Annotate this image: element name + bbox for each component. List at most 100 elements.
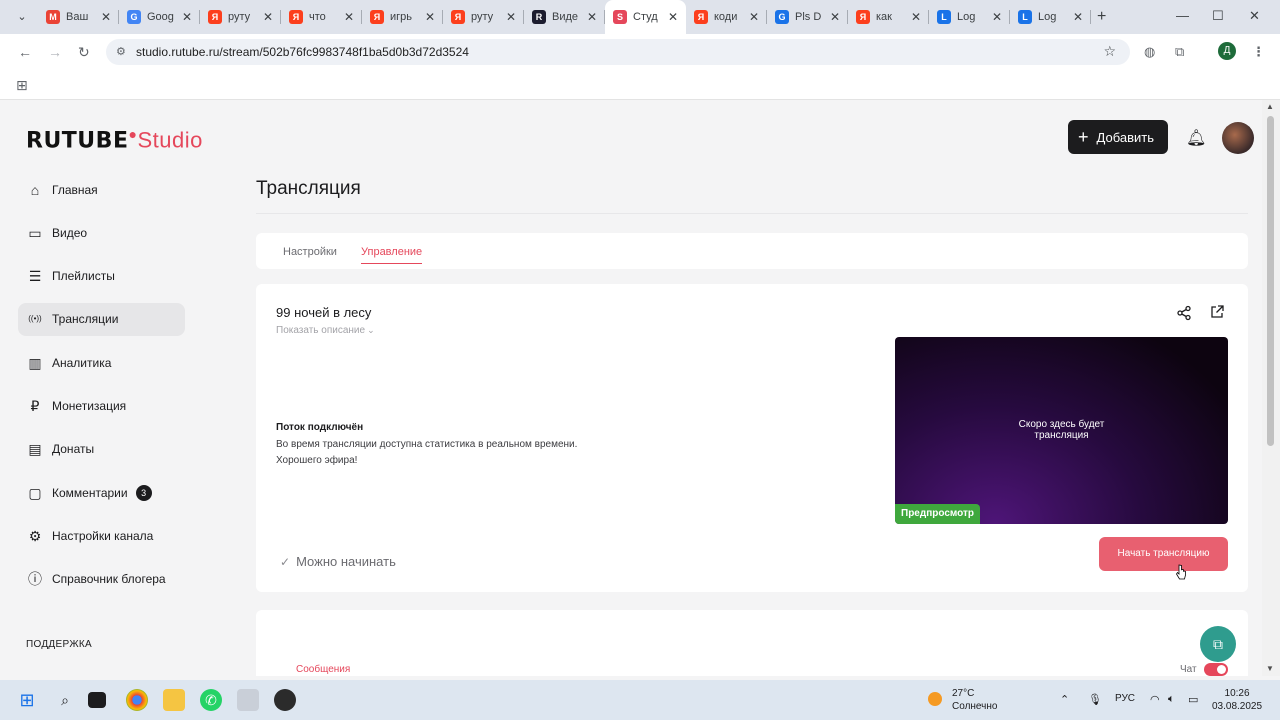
share-icon[interactable] <box>1176 305 1192 324</box>
new-tab-icon[interactable]: + <box>1097 8 1106 26</box>
chrome-menu-icon[interactable]: ⋮ <box>1252 44 1265 60</box>
browser-tab[interactable]: G Goog ✕ <box>119 0 200 34</box>
notifications-bell-icon[interactable]: 🔔︎ <box>1186 128 1206 148</box>
yandex-icon: Я <box>694 10 708 24</box>
donate-icon: ▤ <box>28 441 42 458</box>
sidebar-item-label: Плейлисты <box>52 269 115 284</box>
sidebar-item[interactable]: ▭ Видео <box>18 216 185 249</box>
apps-grid-icon[interactable]: ⊞ <box>16 77 28 94</box>
browser-tab[interactable]: Ячто ✕ <box>281 0 362 34</box>
sidebar-item[interactable]: ((•)) Трансляции <box>18 302 185 336</box>
sidebar-item[interactable]: ⌂ Главная <box>18 173 185 206</box>
browser-tab[interactable]: Яигрь ✕ <box>362 0 443 34</box>
close-tab-icon[interactable]: ✕ <box>344 10 354 24</box>
start-stream-button[interactable]: Начать трансляцию <box>1099 537 1228 571</box>
tab-settings[interactable]: Настройки <box>283 246 337 258</box>
yandex-icon: Я <box>856 10 870 24</box>
tab-search-icon[interactable]: ⌄ <box>14 9 30 25</box>
extension-globe-icon[interactable]: ◍ <box>1144 44 1155 60</box>
tray-expand-icon[interactable]: ⌃ <box>1060 693 1069 706</box>
forward-icon[interactable]: → <box>48 44 62 60</box>
battery-icon[interactable]: ▭ <box>1188 693 1198 706</box>
page-scrollbar[interactable]: ▲ ▼ <box>1262 100 1280 676</box>
microphone-icon[interactable]: 🎙︎ <box>1088 693 1102 706</box>
messages-tab[interactable]: Сообщения <box>296 664 350 675</box>
close-tab-icon[interactable]: ✕ <box>182 10 192 24</box>
rutube-studio-logo[interactable]: RUTUBE●Studio <box>26 126 203 153</box>
site-info-icon[interactable]: ⚙ <box>116 45 126 58</box>
sidebar-item[interactable]: ▢ Комментарии 3 <box>18 476 185 509</box>
maximize-icon[interactable]: ☐ <box>1212 8 1224 24</box>
profile-avatar[interactable]: Д <box>1218 42 1236 60</box>
close-tab-icon[interactable]: ✕ <box>587 10 597 24</box>
obs-icon[interactable] <box>274 689 296 711</box>
browser-tab[interactable]: Якак ✕ <box>848 0 929 34</box>
browser-tab[interactable]: Яруту ✕ <box>443 0 524 34</box>
bookmark-star-icon[interactable]: ☆ <box>1103 43 1116 60</box>
back-icon[interactable]: ← <box>18 44 32 60</box>
close-tab-icon[interactable]: ✕ <box>830 10 840 24</box>
language-indicator[interactable]: РУС <box>1115 693 1135 704</box>
scroll-up-icon[interactable]: ▲ <box>1266 102 1274 111</box>
volume-icon[interactable]: 🔈︎ <box>1168 693 1175 706</box>
browser-tab[interactable]: Яруту ✕ <box>200 0 281 34</box>
browser-tab[interactable]: R Виде ✕ <box>524 0 605 34</box>
browser-tab[interactable]: Якоди ✕ <box>686 0 767 34</box>
sun-icon <box>928 692 942 706</box>
windows-start-icon[interactable]: ⊞ <box>16 689 38 711</box>
add-button-label: Добавить <box>1096 129 1154 145</box>
show-description-link[interactable]: Показать описание ⌄ <box>276 325 375 336</box>
browser-tab-title: Виде <box>552 11 579 23</box>
browser-tab-title: Pls D <box>795 11 822 23</box>
minimize-icon[interactable]: — <box>1176 8 1189 23</box>
chat-toggle[interactable] <box>1204 663 1228 676</box>
search-icon[interactable]: ⌕ <box>54 689 76 711</box>
close-tab-icon[interactable]: ✕ <box>425 10 435 24</box>
add-button[interactable]: + Добавить <box>1068 120 1168 154</box>
sidebar-item[interactable]: ☰ Плейлисты <box>18 260 185 293</box>
browser-tab[interactable]: M Ваш ✕ <box>38 0 119 34</box>
browser-tab[interactable]: L Log ✕ <box>1010 0 1091 34</box>
stream-status-wish: Хорошего эфира! <box>276 455 358 466</box>
browser-tab[interactable]: S Студ ✕ <box>605 0 686 34</box>
sidebar-item[interactable]: ₽ Монетизация <box>18 389 185 422</box>
open-external-icon[interactable] <box>1209 304 1225 323</box>
stream-status-desc: Во время трансляции доступна статистика … <box>276 439 578 450</box>
browser-tabs: M Ваш ✕ G Goog ✕ Яруту ✕ Ячто ✕ Яигрь ✕ Яруту ✕ R Виде ✕… <box>38 0 1091 34</box>
sidebar-item[interactable]: ▤ Донаты <box>18 433 185 466</box>
browser-toolbar: ← → ↻ ⚙ studio.rutube.ru/stream/502b76fc… <box>0 34 1280 70</box>
close-tab-icon[interactable]: ✕ <box>911 10 921 24</box>
close-tab-icon[interactable]: ✕ <box>1073 10 1083 24</box>
file-explorer-icon[interactable] <box>163 689 185 711</box>
task-view-icon[interactable] <box>88 692 106 708</box>
browser-tab-title: как <box>876 11 892 23</box>
whatsapp-icon[interactable]: ✆ <box>200 689 222 711</box>
sidebar-item[interactable]: ⓘ Справочник блогера <box>18 563 185 596</box>
user-avatar[interactable] <box>1222 122 1254 154</box>
browser-tab[interactable]: L Log ✕ <box>929 0 1010 34</box>
taskbar-clock[interactable]: 10:26 03.08.2025 <box>1212 687 1262 713</box>
bookmarks-bar: ⊞ <box>0 70 1280 100</box>
scroll-down-icon[interactable]: ▼ <box>1266 664 1274 673</box>
help-chat-icon[interactable]: ⧉ <box>1200 626 1236 662</box>
address-bar[interactable]: ⚙ studio.rutube.ru/stream/502b76fc998374… <box>106 39 1130 65</box>
sidebar-item[interactable]: ▥ Аналитика <box>18 346 185 379</box>
close-tab-icon[interactable]: ✕ <box>992 10 1002 24</box>
close-tab-icon[interactable]: ✕ <box>668 10 678 24</box>
scroll-thumb[interactable] <box>1267 116 1274 446</box>
close-window-icon[interactable]: ✕ <box>1249 8 1260 24</box>
reload-icon[interactable]: ↻ <box>78 44 90 61</box>
browser-tab[interactable]: G Pls D ✕ <box>767 0 848 34</box>
close-tab-icon[interactable]: ✕ <box>263 10 273 24</box>
weather-temp: 27°C <box>952 688 975 699</box>
logo-studio-text: Studio <box>137 127 203 153</box>
close-tab-icon[interactable]: ✕ <box>506 10 516 24</box>
wifi-icon[interactable]: ◠ <box>1150 693 1160 706</box>
extensions-puzzle-icon[interactable]: ⧉ <box>1175 44 1184 60</box>
chrome-icon[interactable] <box>126 689 148 711</box>
close-tab-icon[interactable]: ✕ <box>101 10 111 24</box>
tab-management[interactable]: Управление <box>361 246 423 264</box>
sidebar-item[interactable]: ⚙ Настройки канала <box>18 519 185 552</box>
close-tab-icon[interactable]: ✕ <box>749 10 759 24</box>
app-icon[interactable] <box>237 689 259 711</box>
